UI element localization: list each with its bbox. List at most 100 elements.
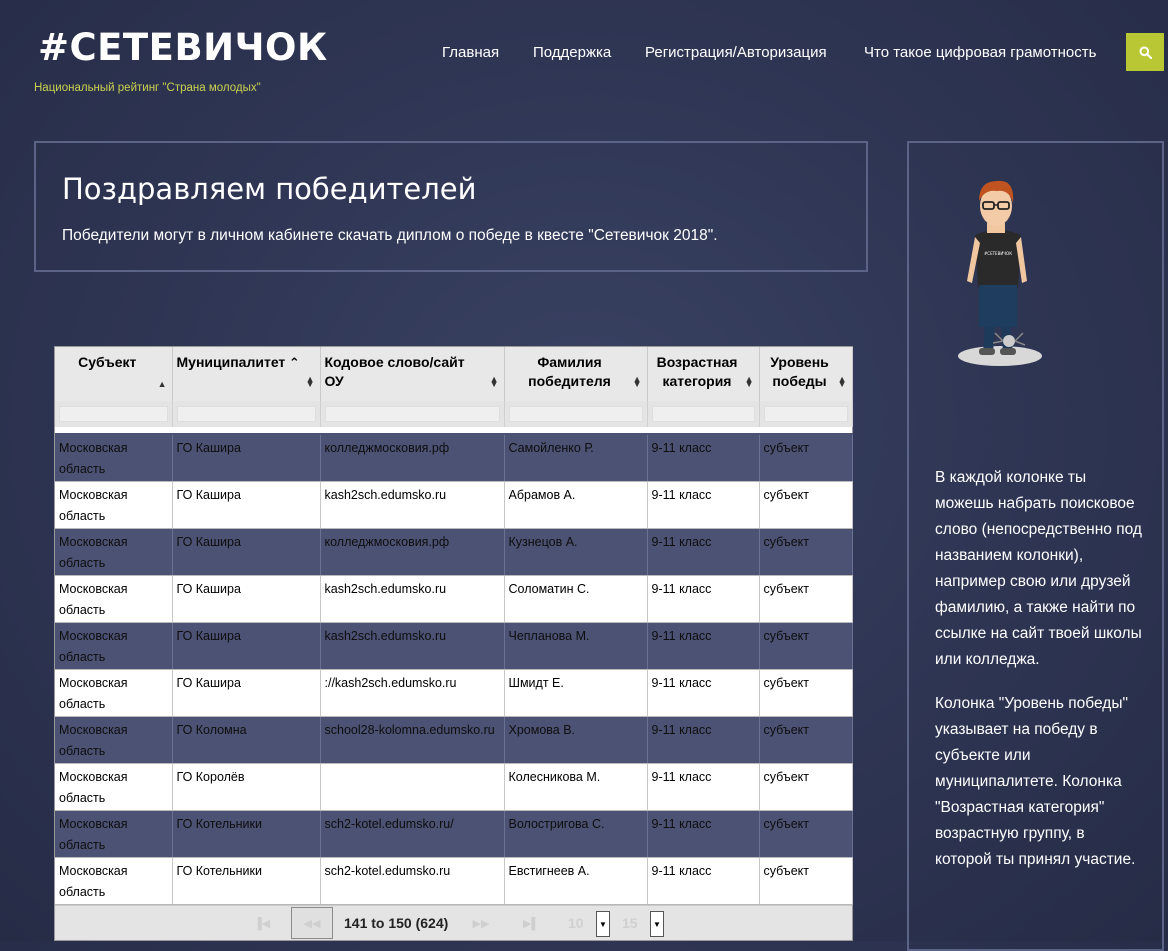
column-header-level[interactable]: Уровень победы ▲ ▼ [759,347,853,401]
cell-age-category: 9-11 класс [647,857,760,905]
cell-code-word: колледжмосковия.рф [320,528,505,576]
winners-table: Субъект ▲ Муниципалитет ⌃ ▲ ▼ Кодовое слово… [55,347,853,905]
filter-cell [647,401,760,427]
page-size-dropdown-2[interactable]: ▼ [650,911,664,937]
table-row[interactable]: Московская область ГО Котельники sch2-kote… [55,857,853,905]
table-body: Московская область ГО Кашира колледжмосков… [55,434,853,905]
column-header-winner[interactable]: Фамилия победителя ▲ ▼ [504,347,648,401]
site-tagline: Национальный рейтинг "Страна молодых" [34,82,261,94]
page-size-value: 10 [568,915,584,931]
table-row[interactable]: Московская область ГО Кашира://kash2sch.e… [55,669,853,717]
table-row[interactable]: Московская область ГО Королёв Колесникова … [55,763,853,811]
cell-winner: Волостригова С. [504,810,648,858]
pager: ▐◀ ◀◀ 141 to 150 (624) ▶▶ ▶▌ 10 ▼ 15 ▼ [55,905,852,940]
cell-subject: Московская область [55,434,173,482]
cell-municipality: ГО Коломна [172,716,321,764]
cell-level: субъект [759,716,853,764]
sort-icon[interactable]: ▲ ▼ [838,375,847,389]
column-header-code-word[interactable]: Кодовое слово/сайт ОУ ▲ ▼ [320,347,505,401]
cell-code-word: колледжмосковия.рф [320,434,505,482]
search-button[interactable] [1126,33,1164,71]
cell-level: субъект [759,669,853,717]
mascot-image: #СЕТЕВИЧОК [958,180,1042,366]
cell-level: субъект [759,622,853,670]
sort-icon[interactable]: ▲ [158,380,167,389]
cell-subject: Московская область [55,622,173,670]
cell-municipality: ГО Кашира [172,669,321,717]
table-row[interactable]: Московская область ГО Кашира колледжмосков… [55,434,853,482]
cell-age-category: 9-11 класс [647,434,760,482]
filter-subject-input[interactable] [59,406,168,422]
column-header-age-category[interactable]: Возрастная категория ▲ ▼ [647,347,760,401]
sort-icon[interactable]: ▲ ▼ [633,375,642,389]
filter-cell [759,401,853,427]
cell-winner: Шмидт Е. [504,669,648,717]
table-row[interactable]: Московская область ГО Кашира kash2sch.edum… [55,481,853,529]
cell-winner: Абрамов А. [504,481,648,529]
last-page-button[interactable]: ▶▌ [510,909,552,937]
sort-asc-icon: ⌃ [285,355,300,370]
cell-municipality: ГО Кашира [172,481,321,529]
sort-icon[interactable]: ▲ ▼ [306,375,315,389]
table-row[interactable]: Московская область ГО Кашира колледжмосков… [55,528,853,576]
nav-support[interactable]: Поддержка [533,44,611,61]
next-page-button[interactable]: ▶▶ [460,909,502,937]
nav-home[interactable]: Главная [442,44,499,61]
cell-municipality: ГО Кашира [172,575,321,623]
cell-level: субъект [759,763,853,811]
cell-age-category: 9-11 класс [647,481,760,529]
cell-municipality: ГО Кашира [172,622,321,670]
cell-age-category: 9-11 класс [647,810,760,858]
first-page-button[interactable]: ▐◀ [241,909,283,937]
header-separator [55,427,852,435]
table-row[interactable]: Московская область ГО Коломна school28-kol… [55,716,853,764]
last-page-icon: ▶▌ [522,917,540,930]
cell-winner: Соломатин С. [504,575,648,623]
cell-level: субъект [759,528,853,576]
table-row[interactable]: Московская область ГО Кашира kash2sch.edum… [55,622,853,670]
cell-winner: Кузнецов А. [504,528,648,576]
cell-municipality: ГО Королёв [172,763,321,811]
cell-level: субъект [759,481,853,529]
column-header-municipality[interactable]: Муниципалитет ⌃ ▲ ▼ [172,347,321,401]
cell-age-category: 9-11 класс [647,763,760,811]
dropdown-arrow-icon: ▼ [653,919,661,929]
prev-page-button[interactable]: ◀◀ [291,907,333,939]
filter-winner-input[interactable] [508,406,643,422]
page-size-value-2: 15 [622,915,638,931]
prev-page-icon: ◀◀ [303,917,321,930]
cell-subject: Московская область [55,716,173,764]
filter-cell [172,401,321,427]
cell-municipality: ГО Котельники [172,810,321,858]
cell-subject: Московская область [55,528,173,576]
filter-level-input[interactable] [763,406,848,422]
help-text: В каждой колонке ты можешь набрать поиск… [935,465,1145,891]
cell-winner: Колесникова М. [504,763,648,811]
cell-winner: Евстигнеев А. [504,857,648,905]
filter-municipality-input[interactable] [176,406,316,422]
table-row[interactable]: Московская область ГО Кашира kash2sch.edum… [55,575,853,623]
cell-age-category: 9-11 класс [647,528,760,576]
filter-age-input[interactable] [651,406,755,422]
next-page-icon: ▶▶ [472,917,490,930]
dropdown-arrow-icon: ▼ [599,919,607,929]
table-row[interactable]: Московская область ГО Котельники sch2-kote… [55,810,853,858]
mascot-shirt-text: #СЕТЕВИЧОК [984,251,1012,256]
cell-code-word: sch2-kotel.edumsko.ru/ [320,810,505,858]
help-paragraph: В каждой колонке ты можешь набрать поиск… [935,469,1142,668]
cell-subject: Московская область [55,763,173,811]
cell-winner: Чепланова М. [504,622,648,670]
cell-level: субъект [759,810,853,858]
site-logo[interactable]: #СЕТЕВИЧОК [38,26,328,69]
congrats-panel: Поздравляем победителей Победители могут… [34,141,868,272]
cell-age-category: 9-11 класс [647,622,760,670]
column-header-subject[interactable]: Субъект ▲ [55,347,173,401]
nav-digital-literacy[interactable]: Что такое цифровая грамотность [864,44,1096,61]
cell-subject: Московская область [55,669,173,717]
nav-register-login[interactable]: Регистрация/Авторизация [645,44,827,61]
filter-code-word-input[interactable] [324,406,500,422]
sort-icon[interactable]: ▲ ▼ [490,375,499,389]
page-size-dropdown[interactable]: ▼ [596,911,610,937]
cell-code-word [320,763,505,811]
sort-icon[interactable]: ▲ ▼ [745,375,754,389]
